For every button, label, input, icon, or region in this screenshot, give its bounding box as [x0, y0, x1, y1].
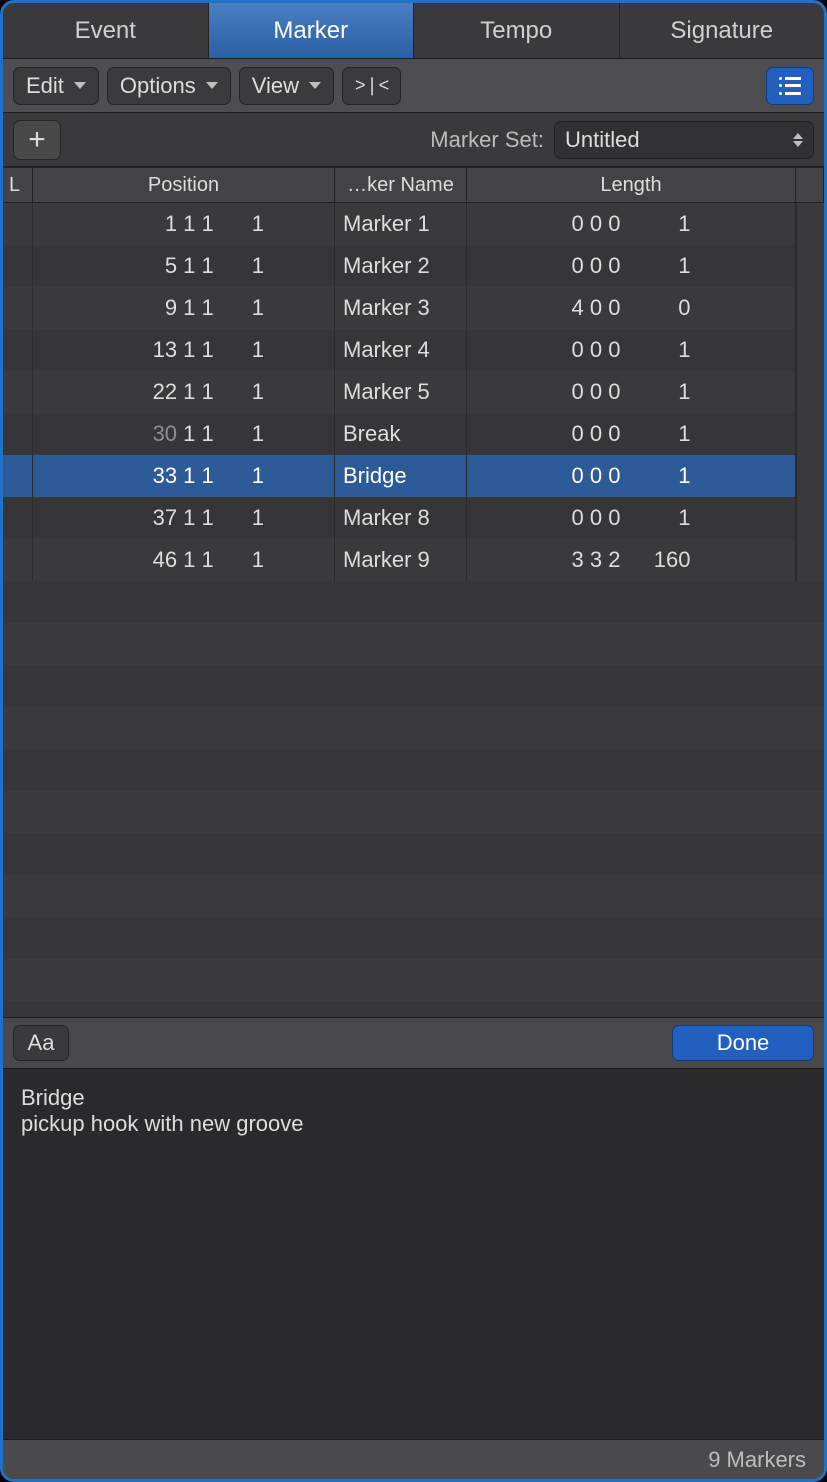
cell-position[interactable]: 22 1 11 — [33, 371, 335, 413]
cell-position[interactable]: 9 1 11 — [33, 287, 335, 329]
options-label: Options — [120, 73, 196, 99]
cell-marker-name[interactable]: Marker 4 — [335, 329, 467, 371]
cell-gutter — [796, 371, 824, 413]
cell-marker-name[interactable]: Bridge — [335, 455, 467, 497]
add-marker-button[interactable]: + — [13, 120, 61, 160]
table-row[interactable]: 46 1 11Marker 93 3 2160 — [3, 539, 824, 581]
cell-length[interactable]: 0 0 01 — [467, 413, 796, 455]
cell-marker-name[interactable]: Marker 8 — [335, 497, 467, 539]
cell-length[interactable]: 0 0 01 — [467, 371, 796, 413]
cell-l[interactable] — [3, 497, 33, 539]
cell-length[interactable]: 4 0 00 — [467, 287, 796, 329]
table-row[interactable]: 9 1 11Marker 34 0 00 — [3, 287, 824, 329]
table-body[interactable]: 1 1 11Marker 10 0 015 1 11Marker 20 0 01… — [3, 203, 824, 1017]
cell-position[interactable]: 13 1 11 — [33, 329, 335, 371]
options-menu[interactable]: Options — [107, 67, 231, 105]
marker-set-select[interactable]: Untitled — [554, 121, 814, 159]
edit-label: Edit — [26, 73, 64, 99]
updown-icon — [793, 133, 803, 147]
marker-table: L Position …ker Name Length 1 1 11Marker… — [3, 167, 824, 1017]
marker-notes-editor[interactable]: Bridge pickup hook with new groove — [3, 1069, 824, 1439]
column-l[interactable]: L — [3, 168, 33, 202]
tab-marker[interactable]: Marker — [209, 3, 415, 58]
text-format-button[interactable]: Aa — [13, 1025, 69, 1061]
cell-marker-name[interactable]: Marker 5 — [335, 371, 467, 413]
marker-set-row: + Marker Set: Untitled — [3, 113, 824, 167]
cell-l[interactable] — [3, 245, 33, 287]
list-icon — [779, 77, 801, 95]
toolbar: Edit Options View >❘< — [3, 59, 824, 113]
catch-playhead-button[interactable]: >❘< — [342, 67, 401, 105]
marker-count: 9 Markers — [708, 1447, 806, 1473]
table-row[interactable]: 5 1 11Marker 20 0 01 — [3, 245, 824, 287]
cell-position[interactable]: 37 1 11 — [33, 497, 335, 539]
done-button[interactable]: Done — [672, 1025, 814, 1061]
cell-marker-name[interactable]: Break — [335, 413, 467, 455]
marker-list-window: Event Marker Tempo Signature Edit Option… — [0, 0, 827, 1482]
cell-l[interactable] — [3, 287, 33, 329]
cell-gutter — [796, 203, 824, 245]
cell-position[interactable]: 5 1 11 — [33, 245, 335, 287]
cell-position[interactable]: 1 1 11 — [33, 203, 335, 245]
cell-position[interactable]: 33 1 11 — [33, 455, 335, 497]
cell-position[interactable]: 46 1 11 — [33, 539, 335, 581]
cell-length[interactable]: 0 0 01 — [467, 455, 796, 497]
detail-toolbar: Aa Done — [3, 1017, 824, 1069]
status-bar: 9 Markers — [3, 1439, 824, 1479]
table-row[interactable]: 1 1 11Marker 10 0 01 — [3, 203, 824, 245]
column-position[interactable]: Position — [33, 168, 335, 202]
tab-tempo[interactable]: Tempo — [414, 3, 620, 58]
cell-marker-name[interactable]: Marker 3 — [335, 287, 467, 329]
cell-l[interactable] — [3, 203, 33, 245]
cell-gutter — [796, 497, 824, 539]
cell-l[interactable] — [3, 539, 33, 581]
view-menu[interactable]: View — [239, 67, 334, 105]
list-editor-tabs: Event Marker Tempo Signature — [3, 3, 824, 59]
cell-position[interactable]: 30 1 11 — [33, 413, 335, 455]
table-row[interactable]: 33 1 11Bridge0 0 01 — [3, 455, 824, 497]
cell-gutter — [796, 413, 824, 455]
notes-body: pickup hook with new groove — [21, 1111, 304, 1136]
edit-menu[interactable]: Edit — [13, 67, 99, 105]
table-row[interactable]: 22 1 11Marker 50 0 01 — [3, 371, 824, 413]
cell-l[interactable] — [3, 371, 33, 413]
cell-gutter — [796, 245, 824, 287]
cell-length[interactable]: 0 0 01 — [467, 245, 796, 287]
cell-length[interactable]: 0 0 01 — [467, 497, 796, 539]
tab-event[interactable]: Event — [3, 3, 209, 58]
cell-gutter — [796, 329, 824, 371]
chevron-down-icon — [309, 82, 321, 89]
tab-signature[interactable]: Signature — [620, 3, 825, 58]
table-row[interactable]: 37 1 11Marker 80 0 01 — [3, 497, 824, 539]
cell-marker-name[interactable]: Marker 9 — [335, 539, 467, 581]
table-row[interactable]: 13 1 11Marker 40 0 01 — [3, 329, 824, 371]
marker-set-label: Marker Set: — [430, 127, 544, 153]
cell-gutter — [796, 455, 824, 497]
cell-length[interactable]: 3 3 2160 — [467, 539, 796, 581]
cell-l[interactable] — [3, 329, 33, 371]
cell-length[interactable]: 0 0 01 — [467, 203, 796, 245]
chevron-down-icon — [74, 82, 86, 89]
column-marker-name[interactable]: …ker Name — [335, 168, 467, 202]
chevron-down-icon — [206, 82, 218, 89]
table-header: L Position …ker Name Length — [3, 167, 824, 203]
marker-set-value: Untitled — [565, 127, 640, 153]
cell-marker-name[interactable]: Marker 1 — [335, 203, 467, 245]
list-view-toggle[interactable] — [766, 67, 814, 105]
view-label: View — [252, 73, 299, 99]
cell-marker-name[interactable]: Marker 2 — [335, 245, 467, 287]
column-length[interactable]: Length — [467, 168, 796, 202]
notes-title: Bridge — [21, 1085, 85, 1110]
cell-length[interactable]: 0 0 01 — [467, 329, 796, 371]
cell-l[interactable] — [3, 455, 33, 497]
cell-gutter — [796, 539, 824, 581]
table-row[interactable]: 30 1 11Break0 0 01 — [3, 413, 824, 455]
plus-icon: + — [28, 125, 46, 155]
column-gutter — [796, 168, 824, 202]
cell-gutter — [796, 287, 824, 329]
cell-l[interactable] — [3, 413, 33, 455]
catch-playhead-icon: >❘< — [355, 75, 388, 96]
